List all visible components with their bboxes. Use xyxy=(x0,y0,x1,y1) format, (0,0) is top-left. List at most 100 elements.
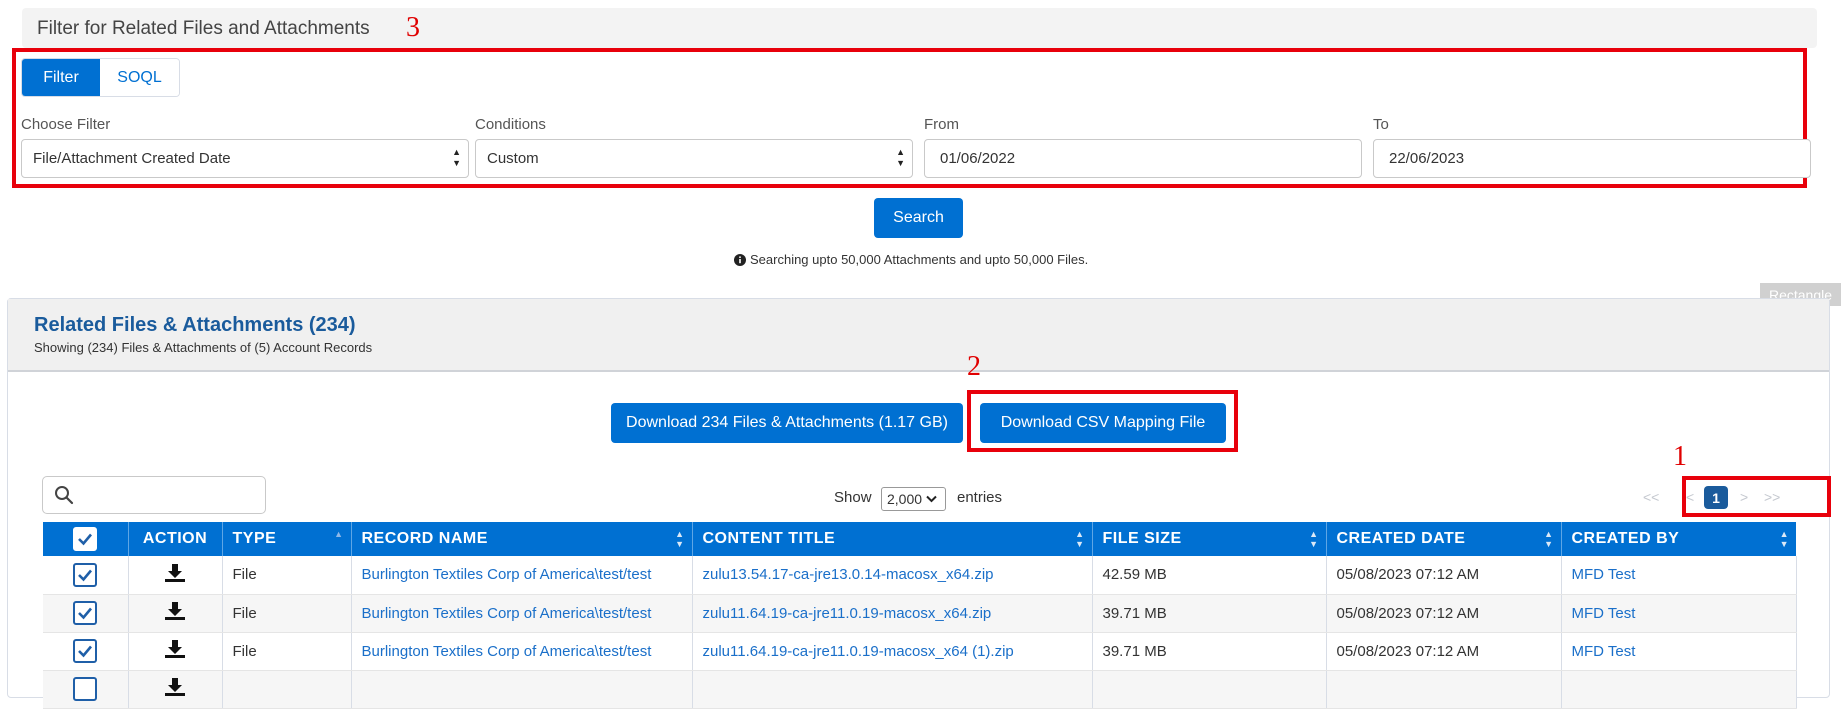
checkmark-icon xyxy=(78,533,93,546)
row-action-cell xyxy=(128,556,223,595)
row-type: File xyxy=(222,556,352,595)
col-header-file-size[interactable]: FILE SIZE ▲ ▼ xyxy=(1092,522,1327,556)
select-arrows-icon: ▲ ▼ xyxy=(896,147,905,168)
annotation-3: 3 xyxy=(406,12,420,43)
entries-select[interactable]: 2,000 xyxy=(881,487,946,511)
row-select-cell xyxy=(43,594,129,633)
choose-filter-value: File/Attachment Created Date xyxy=(33,150,231,167)
col-header-file-size-label: FILE SIZE xyxy=(1102,530,1182,547)
row-created-date: 05/08/2023 07:12 AM xyxy=(1326,594,1562,633)
select-arrows-icon: ▲ ▼ xyxy=(452,147,461,168)
row-created-date: 05/08/2023 07:12 AM xyxy=(1326,556,1562,595)
from-date-value: 01/06/2022 xyxy=(940,150,1016,167)
select-all-header xyxy=(43,522,129,556)
choose-filter-label: Choose Filter xyxy=(21,116,111,133)
results-title: Related Files & Attachments (234) xyxy=(34,314,356,336)
table-row: File Burlington Textiles Corp of America… xyxy=(43,556,1797,595)
table-search-input[interactable] xyxy=(42,476,266,514)
row-created-by-link[interactable] xyxy=(1561,670,1797,709)
row-record-name-link[interactable]: Burlington Textiles Corp of America\test… xyxy=(351,556,693,595)
table-row: File Burlington Textiles Corp of America… xyxy=(43,594,1797,633)
conditions-label: Conditions xyxy=(475,116,546,133)
row-checkbox[interactable] xyxy=(73,639,98,663)
to-label: To xyxy=(1373,116,1389,133)
col-header-type[interactable]: TYPE ▲ xyxy=(222,522,352,556)
col-header-record-name[interactable]: RECORD NAME ▲ ▼ xyxy=(351,522,693,556)
download-icon[interactable] xyxy=(164,677,186,697)
from-date-input[interactable]: 01/06/2022 xyxy=(924,139,1362,178)
row-type: File xyxy=(222,594,352,633)
entries-label: entries xyxy=(957,489,1003,506)
sort-asc-icon: ▲ xyxy=(334,529,344,539)
row-created-by-link[interactable]: MFD Test xyxy=(1561,594,1797,633)
row-created-date xyxy=(1326,670,1562,709)
row-action-cell xyxy=(128,594,223,633)
col-header-content-title[interactable]: CONTENT TITLE ▲ ▼ xyxy=(692,522,1093,556)
download-icon[interactable] xyxy=(164,563,186,583)
info-icon xyxy=(734,253,746,266)
search-button[interactable]: Search xyxy=(874,198,963,238)
col-header-created-by[interactable]: CREATED BY ▲ ▼ xyxy=(1561,522,1796,556)
show-label: Show xyxy=(834,489,872,506)
filter-section-title: Filter for Related Files and Attachments xyxy=(37,18,370,39)
pager-first[interactable]: << xyxy=(1643,489,1659,505)
row-file-size: 42.59 MB xyxy=(1092,556,1327,595)
choose-filter-select[interactable]: File/Attachment Created Date ▲ ▼ xyxy=(21,139,469,178)
col-header-created-date-label: CREATED DATE xyxy=(1336,530,1466,547)
row-content-title-link[interactable]: zulu13.54.17-ca-jre13.0.14-macosx_x64.zi… xyxy=(692,556,1093,595)
row-checkbox[interactable] xyxy=(73,562,98,587)
tab-soql[interactable]: SOQL xyxy=(100,59,179,96)
table-header-row: ACTION TYPE ▲ RECORD NAME ▲ ▼ CONTENT TITLE… xyxy=(43,522,1796,556)
row-content-title-link[interactable]: zulu11.64.19-ca-jre11.0.19-macosx_x64.zi… xyxy=(692,594,1093,633)
annotation-box-1 xyxy=(1682,476,1831,517)
col-header-action[interactable]: ACTION xyxy=(128,522,223,556)
sort-icon: ▲ ▼ xyxy=(1075,529,1085,549)
row-file-size xyxy=(1092,670,1327,709)
row-type xyxy=(222,670,352,709)
sort-icon: ▲ ▼ xyxy=(675,529,685,549)
download-icon[interactable] xyxy=(164,601,186,621)
filter-section-header: Filter for Related Files and Attachments xyxy=(22,8,1817,48)
row-content-title-link[interactable] xyxy=(692,670,1093,709)
row-record-name-link[interactable]: Burlington Textiles Corp of America\test… xyxy=(351,632,693,671)
col-header-created-by-label: CREATED BY xyxy=(1571,530,1680,547)
select-all-checkbox[interactable] xyxy=(73,527,98,551)
row-select-cell xyxy=(43,556,129,595)
row-record-name-link[interactable] xyxy=(351,670,693,709)
sort-icon: ▲ ▼ xyxy=(1544,529,1554,549)
row-type: File xyxy=(222,632,352,671)
col-header-created-date[interactable]: CREATED DATE ▲ ▼ xyxy=(1326,522,1562,556)
row-file-size: 39.71 MB xyxy=(1092,594,1327,633)
row-created-by-link[interactable]: MFD Test xyxy=(1561,556,1797,595)
download-csv-button[interactable]: Download CSV Mapping File xyxy=(980,403,1226,443)
table-row xyxy=(43,670,1797,709)
download-icon[interactable] xyxy=(164,639,186,659)
conditions-value: Custom xyxy=(487,150,539,167)
chevron-down-icon xyxy=(926,495,937,503)
col-header-content-title-label: CONTENT TITLE xyxy=(702,530,836,547)
row-created-by-link[interactable]: MFD Test xyxy=(1561,632,1797,671)
conditions-select[interactable]: Custom ▲ ▼ xyxy=(475,139,913,178)
row-checkbox[interactable] xyxy=(73,677,98,701)
to-date-value: 22/06/2023 xyxy=(1389,150,1465,167)
row-action-cell xyxy=(128,632,223,671)
row-file-size: 39.71 MB xyxy=(1092,632,1327,671)
search-limit-note: Searching upto 50,000 Attachments and up… xyxy=(734,252,1088,267)
annotation-2: 2 xyxy=(967,351,981,382)
from-label: From xyxy=(924,116,959,133)
download-all-button[interactable]: Download 234 Files & Attachments (1.17 G… xyxy=(611,403,963,443)
row-record-name-link[interactable]: Burlington Textiles Corp of America\test… xyxy=(351,594,693,633)
checkmark-icon xyxy=(78,607,93,620)
table-row: File Burlington Textiles Corp of America… xyxy=(43,632,1797,671)
checkmark-icon xyxy=(78,645,93,658)
tab-filter[interactable]: Filter xyxy=(22,59,100,96)
sort-icon: ▲ ▼ xyxy=(1309,529,1319,549)
row-content-title-link[interactable]: zulu11.64.19-ca-jre11.0.19-macosx_x64 (1… xyxy=(692,632,1093,671)
filter-mode-tabs: Filter SOQL xyxy=(21,58,180,97)
row-select-cell xyxy=(43,632,129,671)
row-checkbox[interactable] xyxy=(73,601,98,625)
col-header-record-name-label: RECORD NAME xyxy=(361,530,488,547)
row-action-cell xyxy=(128,670,223,709)
to-date-input[interactable]: 22/06/2023 xyxy=(1373,139,1811,178)
search-limit-text: Searching upto 50,000 Attachments and up… xyxy=(750,252,1089,267)
